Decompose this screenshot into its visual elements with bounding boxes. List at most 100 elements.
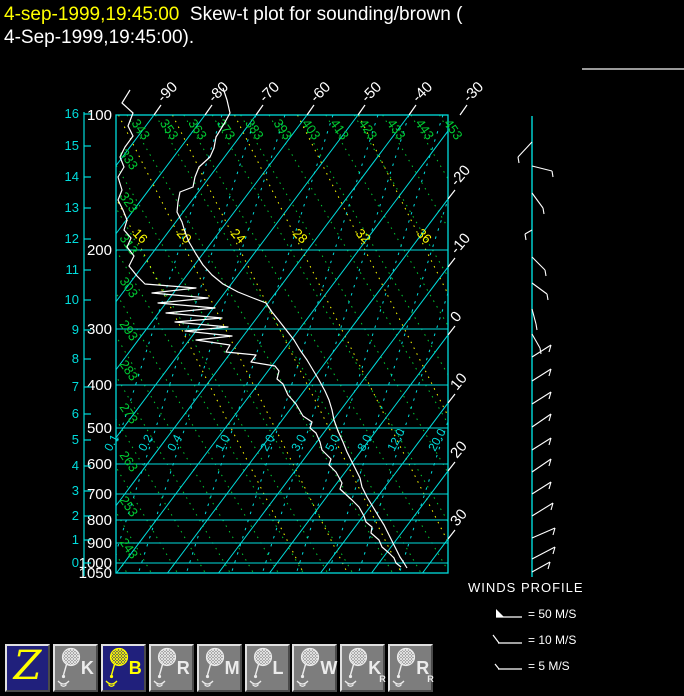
mixing-ratio-line	[116, 115, 223, 448]
height-tick-label: 2	[72, 508, 79, 523]
winds-profile-title: WINDS PROFILE	[468, 580, 584, 595]
dry-adiabat-line	[116, 375, 231, 573]
wind-barb-tick	[535, 323, 538, 331]
button-label: L	[272, 658, 284, 678]
theta-label: 283	[117, 357, 142, 383]
button-label: M	[224, 658, 240, 678]
skewt-plot: 1002003004005006007008009001000105016151…	[0, 78, 556, 582]
right-temp-tick	[447, 189, 456, 200]
top-temp-tick	[459, 104, 468, 116]
dry-adiabat-line	[116, 466, 178, 573]
toolbar-button-zeus-logo[interactable]: Z	[5, 643, 50, 692]
legend-label: = 50 M/S	[528, 607, 577, 621]
right-temp-label: 10	[447, 370, 471, 394]
top-temp-tick	[357, 104, 366, 116]
isotherm-line	[116, 115, 410, 507]
dry-adiabat-line	[353, 115, 448, 278]
title-text-line2: 4-Sep-1999,19:45:00).	[4, 27, 195, 48]
height-tick-label: 16	[65, 106, 79, 121]
dry-adiabat-line	[438, 115, 448, 131]
height-tick-label: 5	[72, 432, 79, 447]
toolbar-button-b[interactable]: B	[100, 644, 146, 692]
wind-barb	[531, 527, 556, 539]
wind-barb	[531, 437, 552, 451]
theta-label: 263	[117, 448, 142, 474]
balloon-icon	[201, 647, 224, 687]
theta-label: 363	[185, 116, 210, 142]
theta-label: 423	[356, 116, 381, 142]
mixing-ratio-line	[357, 291, 448, 573]
height-tick-label: 7	[72, 379, 79, 394]
height-tick-label: 3	[72, 483, 79, 498]
isotherm-line	[116, 115, 206, 235]
height-tick-label: 12	[65, 231, 79, 246]
wind-barb	[531, 282, 548, 295]
theta-label: 443	[413, 116, 438, 142]
pressure-label: 100	[87, 107, 112, 124]
height-tick-label: 10	[65, 292, 79, 307]
isotherm-line	[371, 470, 448, 573]
isotherm-line	[269, 334, 448, 573]
height-tick-label: 1	[72, 532, 79, 547]
height-tick-label: 9	[72, 322, 79, 337]
height-tick-label: 15	[65, 138, 79, 153]
theta-label: 253	[117, 493, 142, 519]
mixing-ratio-label: 20.0	[425, 426, 448, 453]
wind-barb	[531, 502, 554, 517]
wind-barb-tick	[524, 233, 527, 241]
dry-adiabat-line	[116, 292, 279, 573]
top-temp-tick	[408, 104, 417, 116]
theta-label: 343	[129, 116, 154, 142]
wind-barb	[531, 413, 552, 428]
wind-barb	[531, 391, 552, 405]
top-temp-label: -40	[409, 78, 436, 105]
top-temp-tick	[204, 104, 213, 116]
toolbar-button-k-r[interactable]: KR	[340, 644, 386, 692]
app-window: 4-sep-1999,19:45:00 Skew-t plot for soun…	[0, 0, 684, 696]
top-temp-tick	[306, 104, 315, 116]
wind-barb	[531, 368, 552, 382]
toolbar-button-r[interactable]: R	[148, 644, 194, 692]
wind-barb	[531, 561, 551, 573]
top-temp-label: -70	[256, 78, 283, 105]
wind-barb-tick	[546, 293, 549, 301]
wind-barb	[517, 141, 533, 158]
toolbar-button-w[interactable]: W	[292, 644, 338, 692]
zeus-logo: Z	[13, 643, 42, 689]
height-tick-label: 6	[72, 406, 79, 421]
flag-icon	[496, 609, 522, 618]
balloon-icon	[153, 647, 176, 687]
dry-adiabat-line	[410, 115, 448, 180]
wind-barb	[531, 546, 556, 560]
pressure-label: 600	[87, 456, 112, 473]
isotherm-line	[0, 115, 103, 573]
theta-label: 333	[117, 146, 142, 172]
toolbar-button-m[interactable]: M	[196, 644, 242, 692]
wind-barb-tick	[517, 156, 520, 164]
moist-adiabat-label: 24	[228, 226, 249, 247]
plot-border	[115, 114, 449, 574]
toolbar-button-l[interactable]: L	[244, 644, 290, 692]
balloon-icon	[296, 647, 320, 687]
theta-label: 273	[117, 400, 142, 426]
pressure-label: 400	[87, 377, 112, 394]
moist-adiabat-line	[172, 115, 402, 573]
theta-label: 393	[271, 116, 296, 142]
wind-barb	[531, 481, 552, 495]
toolbar-button-r-r[interactable]: RR	[388, 644, 434, 692]
toolbar-button-k[interactable]: K	[52, 644, 98, 692]
theta-label: 453	[441, 116, 466, 142]
top-temp-label: -50	[358, 78, 385, 105]
wind-barb-tick	[544, 269, 547, 277]
balloon-icon	[344, 647, 368, 687]
theta-label: 293	[117, 317, 142, 343]
height-tick-label: 14	[65, 169, 79, 184]
right-temp-tick	[447, 529, 456, 540]
page-title: 4-sep-1999,19:45:00 Skew-t plot for soun…	[4, 3, 462, 49]
button-label: B	[128, 658, 142, 678]
height-tick-label: 4	[72, 458, 79, 473]
legend-item: = 50 M/S	[468, 601, 584, 627]
balloon-icon	[105, 647, 128, 687]
right-temp-tick	[447, 461, 456, 472]
isotherm-line	[116, 130, 448, 573]
